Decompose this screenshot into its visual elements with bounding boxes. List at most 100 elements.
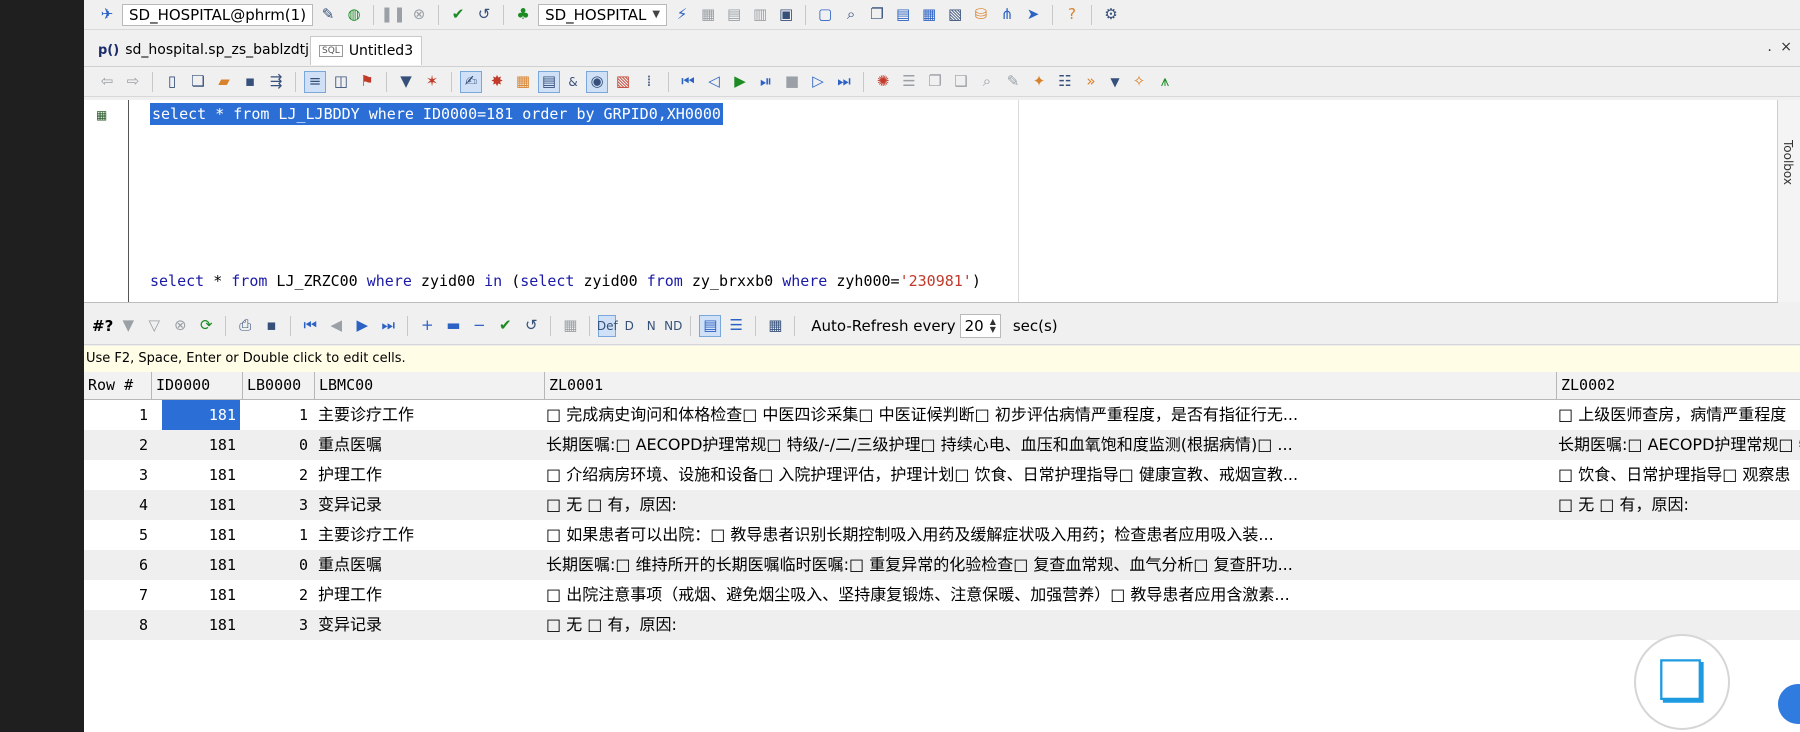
cell-lbmc00[interactable]: 护理工作 xyxy=(316,580,544,610)
filter-icon[interactable]: ▼ xyxy=(117,315,139,337)
cell-id0000[interactable]: 181 xyxy=(162,520,240,550)
copy-disabled-icon[interactable]: ❐ xyxy=(924,71,946,93)
open-folder-icon[interactable]: ▰ xyxy=(213,71,235,93)
edit-connection-icon[interactable]: ✎ xyxy=(317,4,339,26)
column-header-lb0000[interactable]: LB0000 xyxy=(243,372,315,399)
execute-line-icon[interactable]: ▦ xyxy=(96,108,107,122)
cell-zl0002[interactable] xyxy=(1558,550,1800,580)
column-header-lbmc00[interactable]: LBMC00 xyxy=(315,372,545,399)
step-over-icon[interactable]: ▷ xyxy=(807,71,829,93)
edit-mode-icon[interactable]: ✍ xyxy=(460,70,482,93)
cell-id0000[interactable]: 181 xyxy=(162,490,240,520)
refresh-icon[interactable]: ⟳ xyxy=(195,315,217,337)
new-window-icon[interactable]: ❏ xyxy=(187,71,209,93)
table-row[interactable]: 2 181 0 重点医嘱 长期医嘱:□ AECOPD护理常规□ 特级/-/二/三… xyxy=(84,430,1800,460)
last-record-icon[interactable]: ⏭ xyxy=(377,315,399,337)
floating-assistant-icon[interactable] xyxy=(1778,684,1800,724)
calendar-icon[interactable]: ▦ xyxy=(918,4,940,26)
cell-zl0002[interactable]: □ 上级医师查房，病情严重程度 xyxy=(1558,400,1800,430)
cell-id0000[interactable]: 181 xyxy=(162,550,240,580)
filter-icon[interactable]: ▼ xyxy=(395,71,417,93)
spin-arrows-icon[interactable]: ▲ ▼ xyxy=(990,317,996,334)
cell-lbmc00[interactable]: 护理工作 xyxy=(316,460,544,490)
cell-lbmc00[interactable]: 变异记录 xyxy=(316,610,544,640)
table-row[interactable]: 3 181 2 护理工作 □ 介绍病房环境、设施和设备□ 入院护理评估，护理计划… xyxy=(84,460,1800,490)
rollback-icon[interactable]: ↺ xyxy=(473,4,495,26)
connection-icon[interactable]: ✈ xyxy=(96,4,118,26)
list-icon[interactable]: ☷ xyxy=(1054,71,1076,93)
forward-arrow-icon[interactable]: ⇨ xyxy=(122,71,144,93)
run-chain-icon[interactable]: » xyxy=(1080,71,1102,93)
cell-lb0000[interactable]: 3 xyxy=(244,490,312,520)
tree-icon[interactable]: ⋔ xyxy=(996,4,1018,26)
column-header-zl0002[interactable]: ZL0002 xyxy=(1557,372,1800,399)
chevron-down-icon[interactable]: ▼ xyxy=(1106,71,1124,93)
step-back-icon[interactable]: ◁ xyxy=(703,71,725,93)
globe-icon[interactable]: ◍ xyxy=(343,4,365,26)
explain-plan-icon[interactable]: ▧ xyxy=(612,71,634,93)
cell-id0000[interactable]: 181 xyxy=(162,580,240,610)
save-as-icon[interactable]: ⇶ xyxy=(265,71,287,93)
cell-lbmc00[interactable]: 主要诊疗工作 xyxy=(316,520,544,550)
cell-zl0002[interactable]: □ 无 □ 有，原因: xyxy=(1558,490,1800,520)
cell-lb0000[interactable]: 3 xyxy=(244,610,312,640)
result-grid[interactable]: Row # ID0000 LB0000 LBMC00 ZL0001 ZL0002… xyxy=(84,372,1800,732)
cell-lb0000[interactable]: 1 xyxy=(244,400,312,430)
d-icon[interactable]: D xyxy=(620,315,638,337)
table-row[interactable]: 8 181 3 变异记录 □ 无 □ 有，原因: xyxy=(84,610,1800,640)
forward-icon[interactable]: ➤ xyxy=(1022,4,1044,26)
cell-zl0002[interactable] xyxy=(1558,580,1800,610)
n-icon[interactable]: N xyxy=(642,315,660,337)
grid-icon[interactable]: ▦ xyxy=(512,71,534,93)
cell-zl0001[interactable]: 长期医嘱:□ 维持所开的长期医嘱临时医嘱:□ 重复异常的化验检查□ 复查血常规、… xyxy=(546,550,1554,580)
edit-disabled-icon[interactable]: ✎ xyxy=(1002,71,1024,93)
refresh-interval-stepper[interactable]: 20 ▲ ▼ xyxy=(959,313,1001,338)
stack-icon[interactable]: ⩚ xyxy=(1154,71,1176,93)
table-row[interactable]: 4 181 3 变异记录 □ 无 □ 有，原因: □ 无 □ 有，原因: xyxy=(84,490,1800,520)
cancel-edit-icon[interactable]: ↺ xyxy=(520,315,542,337)
cell-zl0001[interactable]: □ 无 □ 有，原因: xyxy=(546,490,1554,520)
last-icon[interactable]: ⏭ xyxy=(833,71,855,93)
cell-zl0001[interactable]: 长期医嘱:□ AECOPD护理常规□ 特级/-/二/三级护理□ 持续心电、血压和… xyxy=(546,430,1554,460)
search-icon[interactable]: ⌕ xyxy=(840,4,862,26)
import-icon[interactable]: ▣ xyxy=(775,4,797,26)
execute-script-icon[interactable]: ✸ xyxy=(486,71,508,93)
cell-zl0001[interactable]: □ 无 □ 有，原因: xyxy=(546,610,1554,640)
table-row[interactable]: 5 181 1 主要诊疗工作 □ 如果患者可以出院：□ 教导患者识别长期控制吸入… xyxy=(84,520,1800,550)
find-disabled-icon[interactable]: ⌕ xyxy=(976,71,998,93)
auto-commit-icon[interactable]: ▤ xyxy=(538,70,560,93)
format-icon[interactable]: ≡ xyxy=(304,70,326,93)
cell-zl0002[interactable]: □ 饮食、日常护理指导□ 观察患 xyxy=(1558,460,1800,490)
report-icon[interactable]: ▤ xyxy=(892,4,914,26)
split-icon[interactable]: ◫ xyxy=(330,71,352,93)
new-file-icon[interactable]: ▯ xyxy=(161,71,183,93)
cell-lb0000[interactable]: 2 xyxy=(244,460,312,490)
cell-zl0001[interactable]: □ 如果患者可以出院：□ 教导患者识别长期控制吸入用药及缓解症状吸入用药；检查患… xyxy=(546,520,1554,550)
help-icon[interactable]: ? xyxy=(1061,4,1083,26)
sql-icon[interactable]: ▤ xyxy=(723,4,745,26)
schema-selector[interactable]: SD_HOSPITAL ▼ xyxy=(538,3,668,26)
filter-clear-icon[interactable]: ▽ xyxy=(143,315,165,337)
cell-zl0001[interactable]: □ 完成病史询问和体格检查□ 中医四诊采集□ 中医证候判断□ 初步评估病情严重程… xyxy=(546,400,1554,430)
dotted-grid-icon[interactable]: ⁞ xyxy=(638,71,660,93)
pause-icon[interactable]: ❚❚ xyxy=(381,4,406,26)
outline-icon[interactable]: ☰ xyxy=(898,71,920,93)
clear-filter-icon[interactable]: ✶ xyxy=(421,71,443,93)
copy-icon[interactable]: ❐ xyxy=(866,4,888,26)
cell-id0000[interactable]: 181 xyxy=(162,460,240,490)
cell-lb0000[interactable]: 2 xyxy=(244,580,312,610)
wizard-icon[interactable]: ✦ xyxy=(1028,71,1050,93)
sql-editor[interactable]: ▦ select * from LJ_LJBDDY where ID0000=1… xyxy=(84,100,1778,303)
cancel-icon[interactable]: ⊗ xyxy=(169,315,191,337)
cell-id0000[interactable]: 181 xyxy=(162,610,240,640)
prior-record-icon[interactable]: ◀ xyxy=(325,315,347,337)
grid-view-icon[interactable]: ▦ xyxy=(559,315,581,337)
sql-line-1[interactable]: select * from LJ_LJBDDY where ID0000=181… xyxy=(150,103,723,125)
sql-file-icon[interactable]: ▧ xyxy=(944,4,966,26)
cell-zl0002[interactable]: 长期医嘱:□ AECOPD护理常规□ 特 xyxy=(1558,430,1800,460)
cell-zl0001[interactable]: □ 出院注意事项（戒烟、避免烟尘吸入、坚持康复锻炼、注意保暖、加强营养）□ 教导… xyxy=(546,580,1554,610)
def-icon[interactable]: Def xyxy=(597,314,618,337)
post-edit-icon[interactable]: ✔ xyxy=(494,315,516,337)
delete-record-icon[interactable]: − xyxy=(468,315,490,337)
cell-id0000[interactable]: 181 xyxy=(162,430,240,460)
